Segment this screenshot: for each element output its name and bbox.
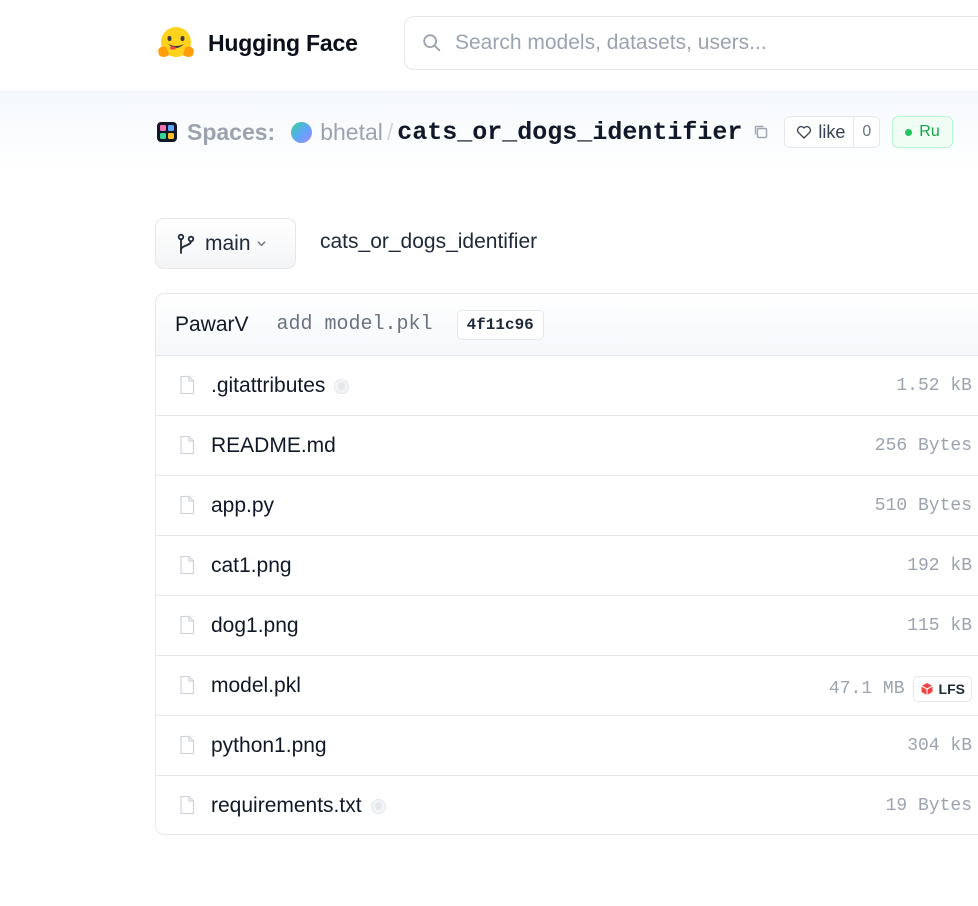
file-icon — [180, 435, 195, 455]
file-icon — [180, 795, 195, 815]
file-size-group: 47.1 MB LFS — [829, 676, 972, 702]
repo-title-line: Spaces: bhetal / cats_or_dogs_identifier… — [156, 112, 953, 152]
search-icon — [423, 34, 441, 52]
status-dot-icon — [905, 128, 913, 136]
file-icon — [180, 375, 195, 395]
file-size: 510 Bytes — [874, 496, 972, 516]
spaces-link[interactable]: Spaces: — [187, 119, 275, 146]
chevron-down-icon — [257, 241, 265, 247]
hugging-face-logo-icon — [158, 27, 194, 57]
file-icon — [180, 615, 195, 635]
status-badge: Ru — [892, 116, 953, 148]
file-size: 1.52 kB — [896, 376, 972, 396]
top-navigation: Hugging Face — [0, 0, 978, 90]
file-name-link[interactable]: requirements.txt — [211, 794, 387, 818]
file-row[interactable]: cat1.png 192 kB — [156, 536, 978, 596]
file-name-text: .gitattributes — [211, 374, 326, 397]
file-size: 19 Bytes — [885, 796, 972, 816]
brand-link[interactable]: Hugging Face — [156, 24, 358, 62]
status-text: Ru — [919, 123, 940, 140]
commit-message: add model.pkl — [276, 313, 433, 336]
file-size: 192 kB — [907, 556, 972, 576]
owner-avatar — [291, 121, 313, 143]
file-row[interactable]: requirements.txt 19 Bytes — [156, 776, 978, 834]
file-name-link[interactable]: cat1.png — [211, 554, 292, 578]
like-button[interactable]: like 0 — [784, 116, 881, 148]
file-icon — [180, 675, 195, 695]
file-list: PawarV add model.pkl 4f11c96 .gitattribu… — [155, 293, 978, 835]
git-branch-icon — [177, 233, 195, 254]
file-row[interactable]: model.pkl 47.1 MB LFS — [156, 656, 978, 716]
commit-author-link[interactable]: PawarV — [175, 313, 249, 337]
branch-label: main — [205, 231, 251, 255]
file-name-link[interactable]: model.pkl — [211, 674, 301, 698]
path-separator: / — [386, 118, 394, 145]
file-row[interactable]: python1.png 304 kB — [156, 716, 978, 776]
file-name-link[interactable]: python1.png — [211, 734, 327, 758]
latest-commit-row: PawarV add model.pkl 4f11c96 — [156, 294, 978, 356]
file-icon — [180, 495, 195, 515]
file-size: 115 kB — [907, 616, 972, 636]
lfs-label: LFS — [938, 681, 965, 697]
file-size: 47.1 MB — [828, 679, 905, 699]
search-input[interactable] — [455, 31, 935, 55]
file-name-text: requirements.txt — [211, 794, 362, 817]
heart-icon — [797, 125, 812, 139]
file-name-link[interactable]: .gitattributes — [211, 374, 350, 398]
file-name-link[interactable]: dog1.png — [211, 614, 299, 638]
shield-check-icon — [370, 798, 386, 814]
file-name-link[interactable]: README.md — [211, 434, 336, 458]
like-label: like — [818, 121, 846, 142]
lfs-badge[interactable]: LFS — [912, 676, 972, 702]
like-count[interactable]: 0 — [853, 117, 879, 147]
file-row[interactable]: README.md 256 Bytes — [156, 416, 978, 476]
copy-icon[interactable] — [752, 123, 770, 141]
brand-name: Hugging Face — [208, 29, 358, 56]
file-name-link[interactable]: app.py — [211, 494, 274, 518]
file-row[interactable]: .gitattributes 1.52 kB — [156, 356, 978, 416]
file-row[interactable]: app.py 510 Bytes — [156, 476, 978, 536]
like-action[interactable]: like — [785, 117, 853, 147]
repo-header: Spaces: bhetal / cats_or_dogs_identifier… — [0, 91, 978, 171]
repo-name-link[interactable]: cats_or_dogs_identifier — [397, 118, 742, 147]
file-size: 304 kB — [907, 736, 972, 756]
branch-selector-button[interactable]: main — [155, 218, 296, 269]
file-icon — [180, 735, 195, 755]
spaces-icon — [157, 122, 177, 142]
lfs-icon — [920, 683, 933, 695]
search-box[interactable] — [404, 16, 978, 70]
commit-hash-link[interactable]: 4f11c96 — [456, 309, 544, 340]
path-breadcrumb[interactable]: cats_or_dogs_identifier — [320, 230, 537, 254]
owner-link[interactable]: bhetal — [320, 119, 383, 146]
file-size: 256 Bytes — [874, 436, 972, 456]
file-icon — [180, 555, 195, 575]
shield-check-icon — [334, 378, 350, 394]
file-row[interactable]: dog1.png 115 kB — [156, 596, 978, 656]
